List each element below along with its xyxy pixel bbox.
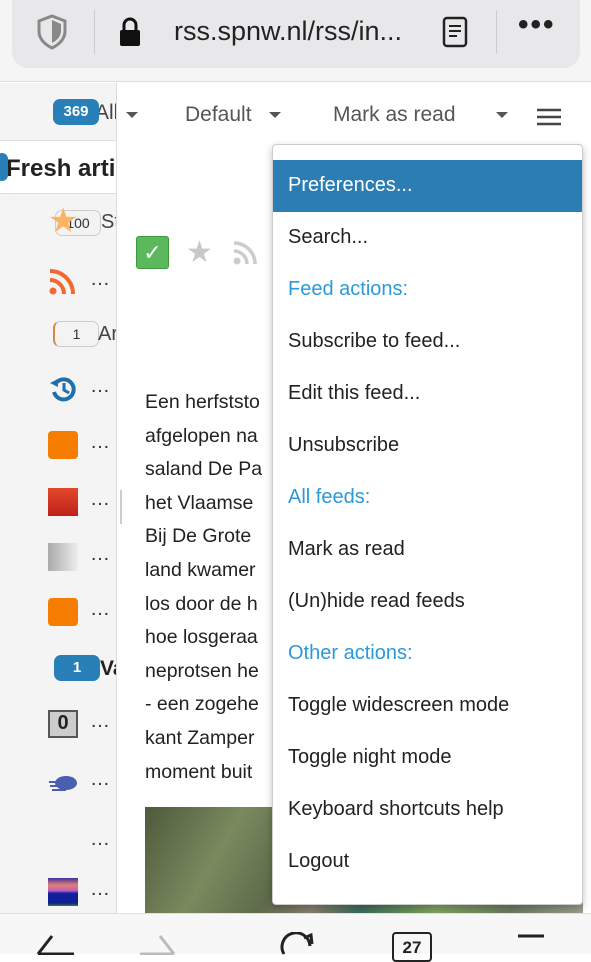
menu-item[interactable]: Toggle night mode <box>273 732 582 784</box>
menu-section-header: Other actions: <box>288 642 413 664</box>
article-line: los door de h <box>145 592 258 615</box>
menu-icon[interactable] <box>516 934 546 955</box>
feed-title: … <box>90 878 112 900</box>
article-body: Een herfststo afgelopen na saland De Pa het… <box>145 386 272 789</box>
hamburger-menu-icon[interactable] <box>536 107 562 127</box>
feed-sidebar: All 369 Fresh artic 100 Sta ★ … 1 Arc … … <box>0 83 117 913</box>
feed-title: … <box>90 543 112 565</box>
article-line: moment buit <box>145 760 253 783</box>
blogger-icon <box>48 431 78 459</box>
article-line: het Vlaamse <box>145 491 254 514</box>
sidebar-feed[interactable]: … <box>48 488 110 516</box>
menu-item[interactable]: (Un)hide read feeds <box>273 576 582 628</box>
shield-icon[interactable] <box>36 14 68 50</box>
reload-icon[interactable] <box>278 932 318 955</box>
more-menu-icon[interactable]: ••• <box>518 8 556 42</box>
filter-dropdown-caret[interactable] <box>126 112 138 118</box>
menu-item[interactable]: Toggle widescreen mode <box>273 680 582 732</box>
feed-title: … <box>90 828 112 850</box>
rss-icon <box>49 269 75 295</box>
archived-count-badge: 1 <box>53 321 99 347</box>
article-line: neprotsen he <box>145 659 259 682</box>
view-mode-label: Default <box>185 103 252 126</box>
sidebar-item-fresh[interactable]: Fresh artic <box>0 141 117 194</box>
sidebar-feed[interactable]: … <box>48 268 110 296</box>
feed-title: … <box>90 598 112 620</box>
menu-section-header: All feeds: <box>288 486 371 508</box>
address-bar[interactable]: rss.spnw.nl/rss/in... ••• <box>12 0 580 68</box>
sidebar-feed[interactable]: … <box>48 768 110 796</box>
menu-item[interactable]: Search... <box>273 212 582 264</box>
back-icon[interactable] <box>34 934 74 955</box>
fresh-label: Fresh artic <box>6 155 117 182</box>
browser-bottom-bar: 27 <box>0 913 591 962</box>
star-toggle-icon[interactable]: ★ <box>186 235 213 270</box>
browser-toolbar: rss.spnw.nl/rss/in... ••• <box>0 0 591 82</box>
article-line: saland De Pa <box>145 458 263 481</box>
actions-menu: Preferences... Search... Feed actions: Subs… <box>272 144 583 905</box>
article-line: afgelopen na <box>145 424 258 447</box>
category-count-badge: 1 <box>54 655 100 681</box>
fresh-count-badge <box>0 153 8 181</box>
menu-section-header: Feed actions: <box>288 278 409 300</box>
sidebar-feed[interactable]: … <box>48 543 110 571</box>
sidebar-feed[interactable]: … <box>48 878 110 906</box>
feed-title: … <box>90 768 112 790</box>
reader-mode-icon[interactable] <box>442 16 468 48</box>
mark-as-read-label: Mark as read <box>333 103 456 126</box>
linux-icon <box>48 543 78 571</box>
feed-title: … <box>90 268 112 290</box>
view-mode-dropdown[interactable]: Default <box>185 103 282 127</box>
article-line: land kwamer <box>145 558 256 581</box>
article-line: Bij De Grote <box>145 525 252 548</box>
article-line: - een zogehe <box>145 693 259 716</box>
feed-title: … <box>90 431 112 453</box>
archived-label: Arc <box>98 323 116 345</box>
menu-item[interactable]: Logout <box>273 836 582 888</box>
menu-item[interactable]: Edit this feed... <box>273 368 582 420</box>
article-line: hoe losgeraa <box>145 626 258 649</box>
sidebar-feed[interactable]: … <box>48 431 110 459</box>
read-checkbox-icon[interactable]: ✓ <box>136 236 169 269</box>
article-line: Een herfststo <box>145 391 260 413</box>
unread-count-badge: 369 <box>53 99 99 125</box>
chevron-down-icon <box>495 112 508 119</box>
menu-item[interactable]: Mark as read <box>273 524 582 576</box>
main-toolbar: Default Mark as read <box>118 83 591 145</box>
starred-label: Sta <box>101 211 116 233</box>
tabs-button[interactable]: 27 <box>392 932 432 962</box>
chevron-down-icon <box>269 112 282 119</box>
cloud-icon <box>49 776 77 791</box>
menu-item[interactable]: Unsubscribe <box>273 420 582 472</box>
star-icon: ★ <box>48 202 79 240</box>
menu-item[interactable]: Preferences... <box>273 160 582 212</box>
resize-handle[interactable] <box>120 490 122 524</box>
sidebar-item-recent[interactable]: … <box>48 375 110 403</box>
category-label: Va <box>100 657 116 680</box>
feed-favicon-icon: 0 <box>48 710 78 738</box>
blogger-icon <box>48 598 78 626</box>
feed-favicon-icon <box>48 878 78 906</box>
feed-filter[interactable]: All 369 <box>0 83 116 141</box>
feed-title: … <box>90 375 112 397</box>
mark-as-read-button[interactable]: Mark as read <box>333 103 508 127</box>
article-line: kant Zamper <box>145 726 255 749</box>
lock-icon <box>120 17 140 46</box>
feed-favicon-icon <box>48 488 78 516</box>
history-icon <box>50 377 76 402</box>
forward-icon[interactable] <box>140 934 180 955</box>
feed-title: … <box>90 488 112 510</box>
rss-icon[interactable] <box>232 240 258 266</box>
menu-item[interactable]: Keyboard shortcuts help <box>273 784 582 836</box>
sidebar-feed[interactable]: … <box>48 598 110 626</box>
feed-title: … <box>90 710 112 732</box>
sidebar-feed[interactable]: … <box>48 828 110 856</box>
sidebar-feed[interactable]: 0… <box>48 710 110 738</box>
url-text[interactable]: rss.spnw.nl/rss/in... <box>174 16 402 47</box>
menu-item[interactable]: Subscribe to feed... <box>273 316 582 368</box>
